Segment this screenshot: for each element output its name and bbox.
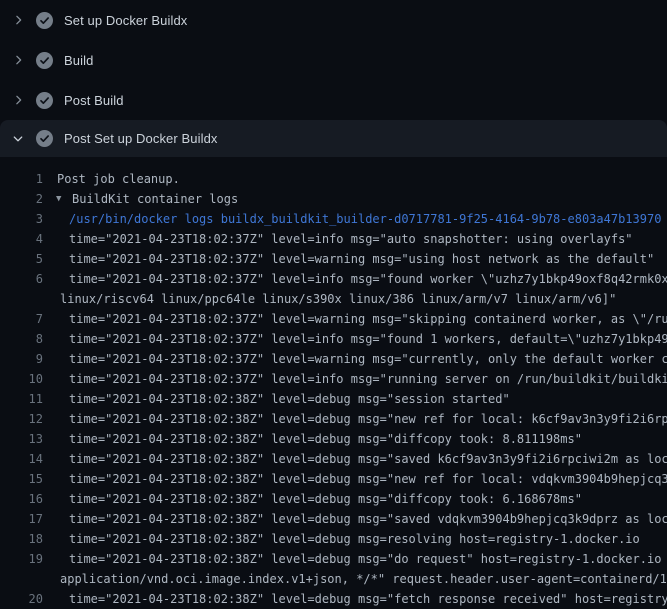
log-line: 3/usr/bin/docker logs buildx_buildkit_bu… bbox=[0, 209, 667, 229]
log-line: 12 time="2021-04-23T18:02:38Z" level=debu… bbox=[0, 409, 667, 429]
log-line: 11 time="2021-04-23T18:02:38Z" level=debu… bbox=[0, 389, 667, 409]
step-row-2[interactable]: Post Build bbox=[0, 80, 667, 120]
line-number bbox=[0, 569, 43, 589]
log-text: time="2021-04-23T18:02:38Z" level=debug … bbox=[69, 589, 667, 609]
log-line: linux/riscv64 linux/ppc64le linux/s390x … bbox=[0, 289, 667, 309]
check-circle-icon bbox=[36, 130, 53, 147]
step-label: Build bbox=[64, 53, 93, 68]
line-number[interactable]: 1 bbox=[0, 169, 43, 189]
step-label: Post Set up Docker Buildx bbox=[64, 131, 218, 146]
line-number[interactable]: 12 bbox=[0, 409, 43, 429]
line-number[interactable]: 17 bbox=[0, 509, 43, 529]
log-text: time="2021-04-23T18:02:38Z" level=debug … bbox=[69, 489, 582, 509]
log-line: 8 time="2021-04-23T18:02:37Z" level=info … bbox=[0, 329, 667, 349]
line-number[interactable]: 16 bbox=[0, 489, 43, 509]
line-number[interactable]: 6 bbox=[0, 269, 43, 289]
chevron-right-icon bbox=[11, 53, 25, 67]
log-line: 18 time="2021-04-23T18:02:38Z" level=debu… bbox=[0, 529, 667, 549]
log-line: 17 time="2021-04-23T18:02:38Z" level=debu… bbox=[0, 509, 667, 529]
chevron-down-icon bbox=[11, 132, 25, 146]
line-number[interactable]: 3 bbox=[0, 209, 43, 229]
line-number[interactable]: 9 bbox=[0, 349, 43, 369]
line-number[interactable]: 5 bbox=[0, 249, 43, 269]
log-text: time="2021-04-23T18:02:38Z" level=debug … bbox=[69, 509, 667, 529]
log-text: time="2021-04-23T18:02:37Z" level=info m… bbox=[69, 369, 667, 389]
log-text: application/vnd.oci.image.index.v1+json,… bbox=[60, 569, 667, 589]
log-text: Post job cleanup. bbox=[57, 169, 180, 189]
line-number[interactable]: 7 bbox=[0, 309, 43, 329]
log-text: time="2021-04-23T18:02:38Z" level=debug … bbox=[69, 429, 582, 449]
log-line: 4 time="2021-04-23T18:02:37Z" level=info … bbox=[0, 229, 667, 249]
chevron-right-icon bbox=[11, 93, 25, 107]
check-circle-icon bbox=[36, 92, 53, 109]
log-text: time="2021-04-23T18:02:38Z" level=debug … bbox=[69, 389, 510, 409]
log-text: time="2021-04-23T18:02:37Z" level=info m… bbox=[69, 329, 667, 349]
log-line: 16 time="2021-04-23T18:02:38Z" level=debu… bbox=[0, 489, 667, 509]
line-number[interactable]: 14 bbox=[0, 449, 43, 469]
log-text: time="2021-04-23T18:02:37Z" level=warnin… bbox=[69, 349, 667, 369]
log-line: 15 time="2021-04-23T18:02:38Z" level=debu… bbox=[0, 469, 667, 489]
step-row-3[interactable]: Post Set up Docker Buildx bbox=[0, 120, 667, 157]
log-line: 2 ▼ BuildKit container logs bbox=[0, 189, 667, 209]
log-text: time="2021-04-23T18:02:37Z" level=info m… bbox=[69, 229, 633, 249]
log-line: 10 time="2021-04-23T18:02:37Z" level=info… bbox=[0, 369, 667, 389]
log-text: time="2021-04-23T18:02:38Z" level=debug … bbox=[69, 529, 640, 549]
log-line: 1 Post job cleanup. bbox=[0, 169, 667, 189]
log-line: 14 time="2021-04-23T18:02:38Z" level=debu… bbox=[0, 449, 667, 469]
line-number[interactable]: 15 bbox=[0, 469, 43, 489]
steps-list: Set up Docker Buildx Build Post Build Post … bbox=[0, 0, 667, 157]
log-text: time="2021-04-23T18:02:37Z" level=info m… bbox=[69, 269, 667, 289]
line-number[interactable]: 18 bbox=[0, 529, 43, 549]
log-text: time="2021-04-23T18:02:38Z" level=debug … bbox=[69, 409, 667, 429]
log-text: time="2021-04-23T18:02:37Z" level=warnin… bbox=[69, 309, 667, 329]
line-number[interactable]: 20 bbox=[0, 589, 43, 609]
check-circle-icon bbox=[36, 52, 53, 69]
log-line: 6 time="2021-04-23T18:02:37Z" level=info … bbox=[0, 269, 667, 289]
log-group-title[interactable]: BuildKit container logs bbox=[72, 189, 238, 209]
step-label: Post Build bbox=[64, 93, 124, 108]
step-row-1[interactable]: Build bbox=[0, 40, 667, 80]
log-line: application/vnd.oci.image.index.v1+json,… bbox=[0, 569, 667, 589]
log-text: time="2021-04-23T18:02:38Z" level=debug … bbox=[69, 469, 667, 489]
line-number[interactable]: 11 bbox=[0, 389, 43, 409]
log-line: 7 time="2021-04-23T18:02:37Z" level=warni… bbox=[0, 309, 667, 329]
line-number[interactable]: 10 bbox=[0, 369, 43, 389]
log-line: 20 time="2021-04-23T18:02:38Z" level=debu… bbox=[0, 589, 667, 609]
group-toggle-icon[interactable]: ▼ bbox=[56, 189, 66, 209]
log-text: time="2021-04-23T18:02:38Z" level=debug … bbox=[69, 449, 667, 469]
log-viewer: 1 Post job cleanup. 2 ▼ BuildKit container l… bbox=[0, 157, 667, 609]
log-line: 5 time="2021-04-23T18:02:37Z" level=warni… bbox=[0, 249, 667, 269]
log-line: 19 time="2021-04-23T18:02:38Z" level=debu… bbox=[0, 549, 667, 569]
log-line: 9 time="2021-04-23T18:02:37Z" level=warni… bbox=[0, 349, 667, 369]
line-number[interactable]: 2 bbox=[0, 189, 43, 209]
check-circle-icon bbox=[36, 12, 53, 29]
log-line: 13 time="2021-04-23T18:02:38Z" level=debu… bbox=[0, 429, 667, 449]
line-number[interactable]: 4 bbox=[0, 229, 43, 249]
line-number bbox=[0, 289, 43, 309]
log-command-text: /usr/bin/docker logs buildx_buildkit_bui… bbox=[69, 209, 661, 229]
line-number[interactable]: 13 bbox=[0, 429, 43, 449]
log-text: time="2021-04-23T18:02:38Z" level=debug … bbox=[69, 549, 667, 569]
step-row-0[interactable]: Set up Docker Buildx bbox=[0, 0, 667, 40]
line-number[interactable]: 19 bbox=[0, 549, 43, 569]
log-text: time="2021-04-23T18:02:37Z" level=warnin… bbox=[69, 249, 654, 269]
log-text: linux/riscv64 linux/ppc64le linux/s390x … bbox=[60, 289, 616, 309]
step-label: Set up Docker Buildx bbox=[64, 13, 187, 28]
line-number[interactable]: 8 bbox=[0, 329, 43, 349]
chevron-right-icon bbox=[11, 13, 25, 27]
